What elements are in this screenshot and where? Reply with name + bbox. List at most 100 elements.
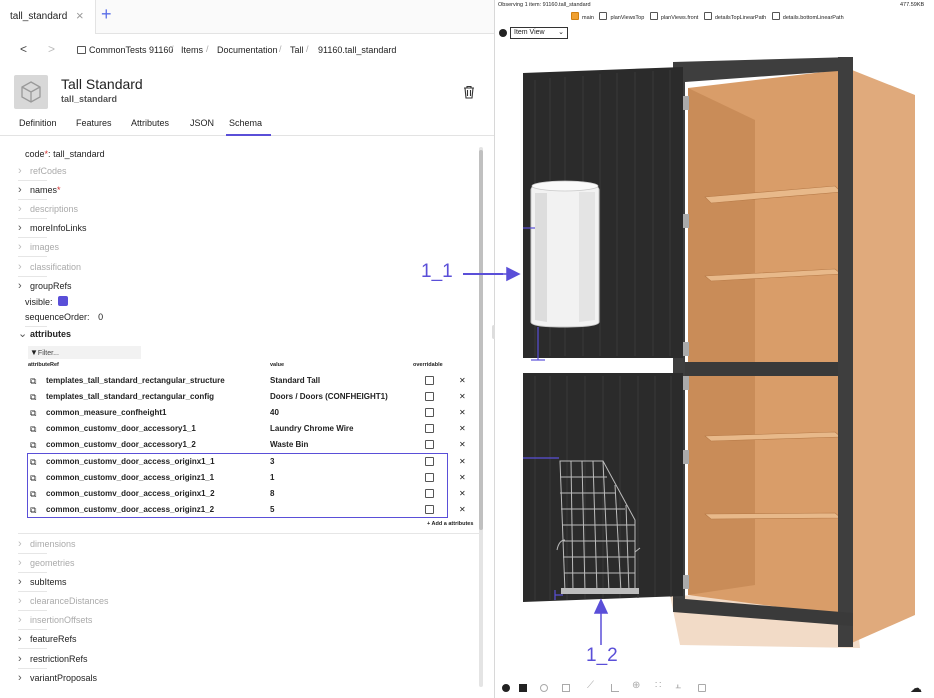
section-row[interactable]: › descriptions [18, 200, 78, 219]
external-link-icon[interactable]: ⧉ [30, 421, 36, 437]
section-row[interactable]: › dimensions [18, 535, 76, 554]
section-row[interactable]: › subItems [18, 573, 67, 592]
section-row[interactable]: › restrictionRefs [18, 650, 88, 669]
chart-icon[interactable]: ⫠ [675, 680, 681, 691]
tab-schema[interactable]: Schema [229, 118, 262, 128]
attribute-ref: common_customv_door_accessory1_2 [46, 440, 196, 449]
remove-icon[interactable]: ✕ [459, 373, 466, 389]
overridable-checkbox[interactable] [425, 408, 434, 417]
section-row[interactable]: › clearanceDistances [18, 592, 109, 611]
cloud-download-icon[interactable]: ☁ [910, 681, 922, 695]
attribute-value[interactable]: Standard Tall [270, 373, 320, 389]
attribute-value[interactable]: Waste Bin [270, 437, 308, 453]
code-label: code [25, 149, 45, 159]
attribute-ref: common_customv_door_access_originx1_2 [46, 489, 215, 498]
frame-icon[interactable] [611, 684, 619, 692]
breadcrumb-item[interactable]: Tall [290, 45, 304, 55]
tab-item[interactable]: tall_standard × [0, 0, 96, 34]
cube-icon[interactable] [562, 684, 570, 692]
tab-json[interactable]: JSON [190, 118, 214, 128]
external-link-icon[interactable]: ⧉ [30, 405, 36, 421]
sequence-value[interactable]: 0 [98, 312, 103, 322]
copy-icon[interactable] [698, 684, 706, 692]
external-link-icon[interactable]: ⧉ [30, 437, 36, 453]
section-row[interactable]: › refCodes [18, 162, 67, 181]
remove-icon[interactable]: ✕ [459, 389, 466, 405]
external-link-icon[interactable]: ⧉ [30, 373, 36, 389]
remove-icon[interactable]: ✕ [459, 437, 466, 453]
cabinet-3d-view[interactable] [495, 0, 934, 698]
chevron-right-icon: › [18, 557, 22, 569]
overridable-checkbox[interactable] [425, 392, 434, 401]
section-row[interactable]: › insertionOffsets [18, 611, 92, 630]
tab-features[interactable]: Features [76, 118, 112, 128]
external-link-icon[interactable]: ⧉ [30, 389, 36, 405]
scrollbar-thumb[interactable] [479, 150, 483, 530]
overridable-checkbox[interactable] [425, 473, 434, 482]
move-icon[interactable]: ⊕ [632, 680, 640, 691]
external-link-icon[interactable]: ⧉ [30, 502, 36, 518]
overridable-checkbox[interactable] [425, 457, 434, 466]
close-icon[interactable]: × [76, 8, 84, 23]
required-marker: * [57, 185, 61, 195]
add-tab-button[interactable]: + [101, 4, 112, 25]
visible-checkbox[interactable] [58, 296, 69, 306]
forward-arrow-icon[interactable]: > [48, 42, 55, 56]
chevron-right-icon: › [18, 261, 22, 273]
attribute-value[interactable]: 1 [270, 470, 274, 486]
add-attribute-button[interactable]: + Add a attributes [427, 521, 473, 527]
overridable-checkbox[interactable] [425, 505, 434, 514]
back-arrow-icon[interactable]: < [20, 42, 27, 56]
overridable-checkbox[interactable] [425, 424, 434, 433]
remove-icon[interactable]: ✕ [459, 421, 466, 437]
section-row[interactable]: › classification [18, 258, 81, 277]
remove-icon[interactable]: ✕ [459, 502, 466, 518]
dots-icon[interactable]: ∷ [655, 680, 661, 691]
attribute-value[interactable]: 40 [270, 405, 279, 421]
chevron-down-icon: ⌄ [18, 328, 28, 340]
remove-icon[interactable]: ✕ [459, 454, 466, 470]
attribute-value[interactable]: Doors / Doors (CONFHEIGHT1) [270, 389, 388, 405]
overridable-checkbox[interactable] [425, 489, 434, 498]
column-header-overridable: overridable [413, 362, 443, 368]
remove-icon[interactable]: ✕ [459, 486, 466, 502]
attribute-value[interactable]: 8 [270, 486, 274, 502]
camera-icon[interactable] [502, 684, 510, 692]
tab-attributes[interactable]: Attributes [131, 118, 169, 128]
tab-definition[interactable]: Definition [19, 118, 57, 128]
breadcrumb-item[interactable]: Items [181, 45, 203, 55]
external-link-icon[interactable]: ⧉ [30, 454, 36, 470]
code-value[interactable]: tall_standard [53, 149, 105, 159]
attributes-table-header: attributeRef value overridable [28, 362, 478, 372]
section-row[interactable]: › featureRefs [18, 630, 77, 649]
external-link-icon[interactable]: ⧉ [30, 486, 36, 502]
section-row[interactable]: › moreInfoLinks [18, 219, 87, 238]
breadcrumb-item[interactable]: CommonTests 91160 [89, 45, 173, 55]
remove-icon[interactable]: ✕ [459, 405, 466, 421]
table-row: ⧉ common_customv_door_access_originz1_2 5 ✕ [28, 502, 478, 518]
measure-icon[interactable]: ⟋ [587, 680, 594, 691]
overridable-checkbox[interactable] [425, 440, 434, 449]
table-row: ⧉ templates_tall_standard_rectangular_con… [28, 389, 478, 405]
attributes-section-header[interactable]: ⌄ attributes [18, 325, 71, 344]
remove-icon[interactable]: ✕ [459, 470, 466, 486]
attribute-value[interactable]: Laundry Chrome Wire [270, 421, 354, 437]
section-row[interactable]: › images [18, 238, 59, 257]
attribute-value[interactable]: 5 [270, 502, 274, 518]
table-row: ⧉ templates_tall_standard_rectangular_str… [28, 373, 478, 389]
attribute-value[interactable]: 3 [270, 454, 274, 470]
trash-icon[interactable] [462, 85, 476, 99]
compass-icon[interactable] [540, 684, 548, 692]
section-row[interactable]: › names* [18, 181, 61, 200]
section-row[interactable]: › geometries [18, 554, 75, 573]
chevron-right-icon: › [18, 203, 22, 215]
active-tab-indicator [226, 134, 271, 136]
grid-icon[interactable] [519, 684, 527, 692]
external-link-icon[interactable]: ⧉ [30, 470, 36, 486]
breadcrumb-item[interactable]: 91160.tall_standard [318, 45, 396, 55]
section-label: images [30, 242, 60, 252]
breadcrumb-item[interactable]: Documentation [217, 45, 278, 55]
filter-input[interactable]: ▼Filter... [28, 346, 141, 359]
section-row[interactable]: › variantProposals [18, 669, 97, 688]
overridable-checkbox[interactable] [425, 376, 434, 385]
